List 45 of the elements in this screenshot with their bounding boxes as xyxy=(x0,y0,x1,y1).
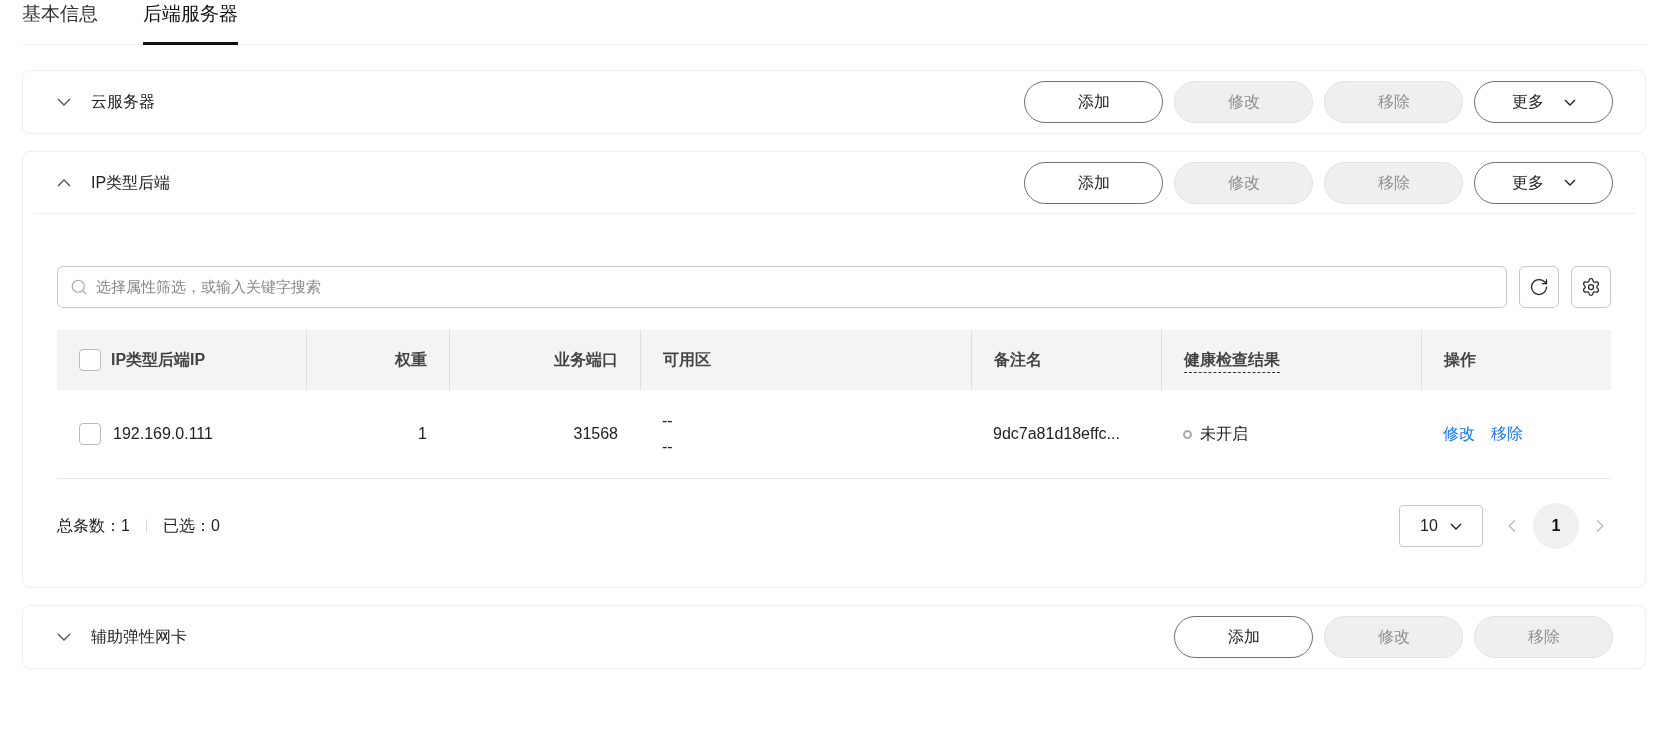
column-header: 备注名 xyxy=(994,350,1042,370)
action-button[interactable]: 添加 xyxy=(1024,161,1163,204)
refresh-icon xyxy=(1529,277,1549,297)
table-cell: 9dc7a81d18effc... xyxy=(993,425,1120,442)
table-cell-text: -- xyxy=(662,437,674,457)
caret-icon xyxy=(1449,522,1462,530)
total-count: 总条数：1 xyxy=(57,516,130,536)
action-button[interactable]: 添加 xyxy=(1174,616,1313,658)
caret-icon xyxy=(1563,179,1576,186)
selected-count: 已选：0 xyxy=(162,516,220,536)
chevron-down-icon xyxy=(57,98,71,106)
table-cell-text: 192.169.0.111 xyxy=(113,424,213,444)
table-cell-text: 1 xyxy=(418,424,427,444)
table-cell-text: 31568 xyxy=(573,424,618,444)
row-checkbox[interactable] xyxy=(79,423,101,445)
section-toggle[interactable]: 云服务器 xyxy=(57,90,155,114)
page-size-select[interactable]: 10 xyxy=(1399,505,1483,547)
more-dropdown[interactable]: 更多 xyxy=(1474,81,1613,123)
row-action-link[interactable]: 修改 xyxy=(1443,422,1475,446)
page-button[interactable]: 1 xyxy=(1533,503,1579,549)
column-header: 健康检查结果 xyxy=(1184,347,1280,373)
settings-button[interactable] xyxy=(1571,266,1611,308)
search-input[interactable]: 选择属性筛选，或输入关键字搜索 xyxy=(96,275,1494,299)
section-toggle[interactable]: 辅助弹性网卡 xyxy=(57,625,187,649)
column-header: 操作 xyxy=(1444,350,1476,370)
table-cell-text: -- xyxy=(662,411,674,431)
select-all-checkbox[interactable] xyxy=(79,349,101,371)
column-header: 可用区 xyxy=(663,350,711,370)
search-field[interactable]: 选择属性筛选，或输入关键字搜索 xyxy=(57,266,1507,308)
refresh-button[interactable] xyxy=(1519,266,1559,308)
chevron-down-icon xyxy=(57,633,71,641)
row-action-link[interactable]: 移除 xyxy=(1491,422,1523,446)
tab[interactable]: 基本信息 xyxy=(22,0,98,45)
search-icon xyxy=(70,278,88,296)
column-header: 业务端口 xyxy=(554,350,618,370)
column-header: IP类型后端IP xyxy=(111,350,206,370)
table-cell-text: 未开启 xyxy=(1200,424,1248,444)
column-header: 权重 xyxy=(395,350,427,370)
chevron-up-icon xyxy=(57,178,71,187)
more-dropdown[interactable]: 更多 xyxy=(1474,161,1613,204)
section-toggle[interactable]: IP类型后端 xyxy=(57,170,171,195)
tab[interactable]: 后端服务器 xyxy=(143,0,238,45)
caret-icon xyxy=(1563,98,1576,106)
action-button[interactable]: 添加 xyxy=(1024,81,1163,123)
settings-icon xyxy=(1581,277,1601,297)
